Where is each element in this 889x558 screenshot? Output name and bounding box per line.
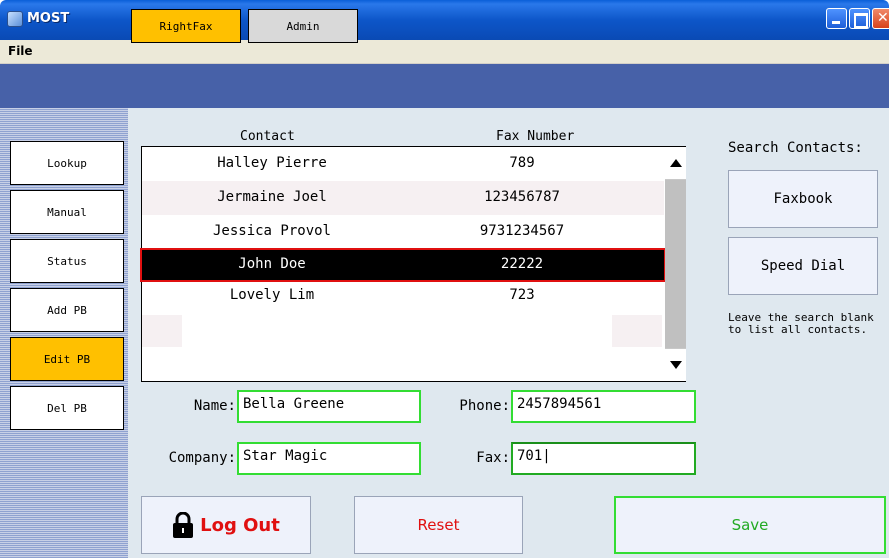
- sidebar-item-status[interactable]: Status: [10, 239, 124, 283]
- contact-name: John Doe: [238, 256, 306, 272]
- name-label: Name:: [193, 398, 236, 414]
- faxbook-button[interactable]: Faxbook: [728, 170, 878, 228]
- maximize-button[interactable]: [849, 8, 870, 29]
- list-scrollbar[interactable]: [665, 147, 686, 381]
- contact-fax: 789: [509, 155, 535, 171]
- close-button[interactable]: [872, 8, 889, 29]
- sidebar-item-lookup[interactable]: Lookup: [10, 141, 124, 185]
- list-item[interactable]: Jessica Provol 9731234567: [142, 215, 664, 249]
- menu-bar: File: [0, 40, 889, 64]
- fax-label: Fax:: [476, 450, 510, 466]
- contact-name: Jermaine Joel: [217, 189, 327, 205]
- lock-icon: [173, 512, 194, 538]
- scroll-up-button[interactable]: [665, 147, 686, 179]
- triangle-down-icon: [669, 361, 682, 369]
- contact-name: Halley Pierre: [217, 155, 327, 171]
- list-row-artifact: [142, 315, 182, 347]
- app-icon: [7, 11, 23, 27]
- logout-button[interactable]: Log Out: [141, 496, 311, 554]
- search-contacts-label: Search Contacts:: [728, 140, 863, 156]
- window-title: MOST: [27, 11, 70, 26]
- search-hint: Leave the search blank to list all conta…: [728, 311, 874, 336]
- contact-fax: 9731234567: [479, 223, 565, 239]
- contact-name: Lovely Lim: [229, 287, 315, 303]
- list-item[interactable]: Halley Pierre 789: [142, 147, 664, 181]
- column-header-contact: Contact: [240, 129, 295, 144]
- contact-name: Jessica Provol: [212, 223, 331, 239]
- tab-admin[interactable]: Admin: [248, 9, 358, 43]
- contact-list[interactable]: Halley Pierre 789 Jermaine Joel 12345678…: [140, 146, 686, 382]
- phone-field[interactable]: 2457894561: [511, 390, 696, 423]
- minimize-button[interactable]: [826, 8, 847, 29]
- menu-file[interactable]: File: [8, 44, 33, 58]
- sidebar-item-edit-pb[interactable]: Edit PB: [10, 337, 124, 381]
- sidebar-item-del-pb[interactable]: Del PB: [10, 386, 124, 430]
- scroll-down-button[interactable]: [665, 349, 686, 381]
- sidebar-item-manual[interactable]: Manual: [10, 190, 124, 234]
- list-item[interactable]: Jermaine Joel 123456787: [142, 181, 664, 215]
- reset-button[interactable]: Reset: [354, 496, 523, 554]
- save-button[interactable]: Save: [614, 496, 886, 554]
- speed-dial-button[interactable]: Speed Dial: [728, 237, 878, 295]
- name-field[interactable]: Bella Greene: [237, 390, 421, 423]
- tab-rightfax[interactable]: RightFax: [131, 9, 241, 43]
- contact-fax: 22222: [500, 256, 544, 272]
- company-field[interactable]: Star Magic: [237, 442, 421, 475]
- column-header-fax: Fax Number: [496, 129, 575, 144]
- scroll-thumb[interactable]: [665, 180, 686, 348]
- list-item-selected[interactable]: John Doe 22222: [140, 248, 666, 282]
- tab-bar: [128, 64, 889, 108]
- sidebar-header: [0, 64, 128, 108]
- sidebar-item-add-pb[interactable]: Add PB: [10, 288, 124, 332]
- triangle-up-icon: [669, 159, 682, 167]
- logout-label: Log Out: [200, 514, 280, 536]
- company-label: Company:: [168, 450, 236, 466]
- phone-label: Phone:: [459, 398, 510, 414]
- contact-fax: 723: [509, 287, 535, 303]
- contact-fax: 123456787: [484, 189, 560, 205]
- list-row-artifact: [612, 315, 662, 347]
- list-item[interactable]: Lovely Lim 723: [142, 285, 664, 319]
- fax-field[interactable]: 701|: [511, 442, 696, 475]
